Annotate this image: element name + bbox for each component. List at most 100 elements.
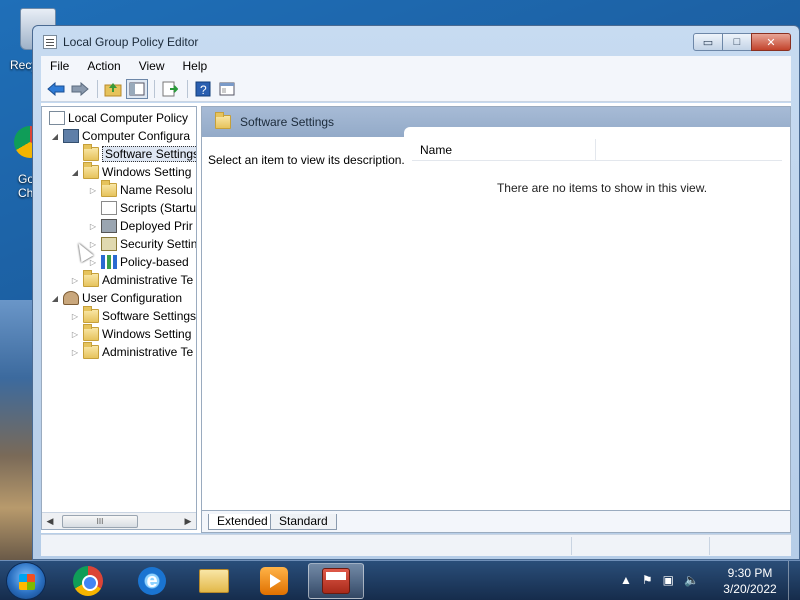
security-lock-icon [101, 237, 117, 251]
tree-item-label: Name Resolu [120, 183, 193, 197]
collapsed-arrow-icon[interactable]: ▷ [88, 186, 98, 195]
console-tree: Local Computer Policy ◢ Computer Configu… [41, 106, 197, 530]
user-icon [63, 291, 79, 305]
status-divider [709, 537, 710, 555]
empty-list-message: There are no items to show in this view. [496, 181, 708, 195]
computer-icon [63, 129, 79, 143]
show-hide-tree-icon[interactable] [126, 78, 148, 99]
app-icon[interactable] [43, 35, 57, 49]
collapsed-arrow-icon[interactable]: ▷ [70, 330, 80, 339]
folder-icon [101, 180, 117, 197]
up-folder-icon[interactable] [102, 79, 124, 99]
menu-action[interactable]: Action [78, 59, 129, 73]
tree-item-cc-windows-settings[interactable]: ◢ Windows Setting [70, 162, 192, 181]
collapsed-arrow-icon[interactable]: ▷ [88, 240, 98, 249]
expanded-arrow-icon[interactable]: ◢ [70, 168, 80, 177]
back-arrow-icon[interactable] [45, 79, 67, 99]
tree-item-label: Administrative Te [102, 273, 194, 287]
properties-icon[interactable] [216, 79, 238, 99]
expanded-arrow-icon[interactable]: ◢ [50, 294, 60, 303]
menu-view[interactable]: View [130, 59, 174, 73]
folder-icon [83, 144, 99, 161]
menu-help[interactable]: Help [174, 59, 217, 73]
collapsed-arrow-icon[interactable]: ▷ [70, 348, 80, 357]
tree-item-label: Windows Setting [102, 165, 192, 179]
clock[interactable]: 9:30 PM 3/20/2022 [716, 565, 784, 597]
scroll-left-icon[interactable]: ◀ [42, 516, 58, 527]
script-doc-icon [101, 201, 117, 215]
network-icon[interactable]: ▣ [663, 573, 674, 587]
taskbar-internet-explorer[interactable]: e [124, 563, 180, 599]
tree-item-cc-administrative-templates[interactable]: ▷ Administrative Te [70, 270, 194, 289]
collapsed-arrow-icon[interactable]: ▷ [88, 222, 98, 231]
taskbar-chrome[interactable] [60, 563, 116, 599]
tree-item-local-computer-policy[interactable]: Local Computer Policy [46, 109, 188, 127]
pane-title: Software Settings [240, 115, 335, 129]
policy-doc-icon [49, 111, 65, 125]
tree-item-label: Computer Configura [82, 129, 191, 143]
show-hidden-icons-icon[interactable]: ▲ [620, 573, 632, 587]
tree-item-policy-based-qos[interactable]: ▷ Policy-based [88, 253, 189, 271]
collapsed-arrow-icon[interactable]: ▷ [88, 258, 98, 267]
expanded-arrow-icon[interactable]: ◢ [50, 132, 60, 141]
desktop-wallpaper [0, 300, 34, 560]
tree-item-name-resolution-policy[interactable]: ▷ Name Resolu [88, 180, 193, 199]
folder-icon [83, 324, 99, 341]
folder-icon [215, 112, 231, 129]
tree-item-computer-configuration[interactable]: ◢ Computer Configura [50, 127, 190, 145]
bar-chart-icon [101, 255, 117, 269]
action-center-flag-icon[interactable]: ⚑ [642, 573, 653, 587]
tree-item-label: Windows Setting [102, 327, 192, 341]
title-bar[interactable]: Local Group Policy Editor ▭ □ ✕ [33, 26, 799, 56]
column-name[interactable]: Name [412, 138, 596, 161]
maximize-button[interactable]: □ [722, 33, 752, 51]
gpedit-window: Local Group Policy Editor ▭ □ ✕ File Act… [32, 25, 800, 560]
forward-arrow-icon[interactable] [69, 79, 91, 99]
tree-item-label: Scripts (Startu [120, 201, 197, 215]
toolbar-separator [187, 79, 188, 98]
show-desktop-button[interactable] [788, 561, 800, 600]
taskbar: e ▲ ⚑ ▣ 🔈 9:30 PM 3/20/2022 [0, 560, 800, 600]
tree-horizontal-scrollbar[interactable]: ◀ III ▶ [42, 512, 196, 529]
tab-extended[interactable]: Extended [208, 514, 277, 530]
tree-item-uc-administrative-templates[interactable]: ▷ Administrative Te [70, 342, 193, 361]
toolbar-separator [154, 79, 155, 98]
minimize-button[interactable]: ▭ [693, 33, 723, 51]
tree-item-label: Policy-based [120, 255, 189, 269]
collapsed-arrow-icon[interactable]: ▷ [70, 276, 80, 285]
tree-item-label: Deployed Prir [120, 219, 193, 233]
start-button[interactable] [6, 562, 46, 600]
group-policy-editor-icon [322, 568, 350, 594]
folder-icon [83, 162, 99, 179]
toolbar: ? [41, 76, 791, 102]
export-list-icon[interactable] [159, 79, 181, 99]
close-button[interactable]: ✕ [751, 33, 791, 51]
volume-muted-icon[interactable]: 🔈 [684, 573, 699, 587]
clock-date: 3/20/2022 [723, 582, 777, 596]
taskbar-media-player[interactable] [246, 563, 302, 599]
tree-item-cc-software-settings[interactable]: Software Settings [70, 144, 196, 163]
view-tabs: Extended Standard [202, 510, 790, 532]
clock-time: 9:30 PM [727, 566, 773, 580]
scroll-right-icon[interactable]: ▶ [180, 516, 196, 527]
collapsed-arrow-icon[interactable]: ▷ [70, 312, 80, 321]
scroll-thumb[interactable]: III [62, 514, 138, 528]
help-icon[interactable]: ? [192, 79, 214, 99]
tree-item-security-settings[interactable]: ▷ Security Settin [88, 235, 196, 253]
tree-item-scripts[interactable]: Scripts (Startu [88, 199, 196, 217]
tree-item-uc-windows-settings[interactable]: ▷ Windows Setting [70, 324, 192, 343]
printer-icon [101, 219, 117, 233]
tree-item-uc-software-settings[interactable]: ▷ Software Settings [70, 306, 196, 325]
details-pane: Software Settings Select an item to view… [201, 106, 791, 533]
menu-file[interactable]: File [41, 59, 78, 73]
windows-logo-icon [19, 574, 35, 590]
tab-standard[interactable]: Standard [270, 514, 337, 530]
internet-explorer-icon: e [138, 567, 166, 595]
tree-item-deployed-printers[interactable]: ▷ Deployed Prir [88, 217, 193, 235]
taskbar-group-policy-editor[interactable] [308, 563, 364, 599]
folder-icon [83, 306, 99, 323]
taskbar-windows-explorer[interactable] [186, 563, 242, 599]
list-column-header: Name [412, 138, 782, 161]
description-text: Select an item to view its description. [208, 153, 405, 167]
tree-item-user-configuration[interactable]: ◢ User Configuration [50, 289, 182, 307]
